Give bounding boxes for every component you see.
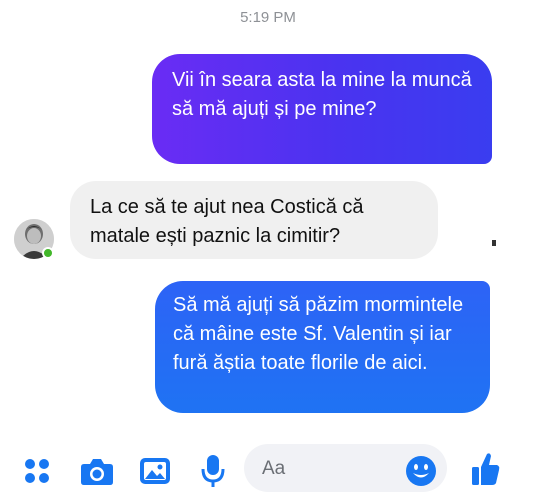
message-text: Să mă ajuți să păzim mormintele că mâine…	[173, 294, 464, 374]
message-input[interactable]	[260, 452, 404, 486]
incoming-message-bubble[interactable]: La ce să te ajut nea Costică că matale e…	[70, 181, 438, 259]
avatar[interactable]	[14, 219, 54, 259]
outgoing-message-bubble[interactable]: Să mă ajuți să păzim mormintele că mâine…	[155, 281, 490, 413]
scroll-marker	[492, 240, 496, 246]
thumbs-up-icon[interactable]	[470, 450, 502, 488]
emoji-icon[interactable]	[404, 454, 438, 488]
message-text: La ce să te ajut nea Costică că matale e…	[90, 196, 364, 247]
message-text: Vii în seara asta la mine la muncă să mă…	[172, 69, 472, 120]
menu-dots-icon[interactable]	[22, 456, 52, 486]
camera-icon[interactable]	[80, 455, 114, 487]
microphone-icon[interactable]	[198, 453, 228, 489]
message-timestamp: 5:19 PM	[240, 9, 296, 26]
online-status-indicator	[42, 247, 54, 259]
image-icon[interactable]	[139, 456, 171, 486]
outgoing-message-bubble[interactable]: Vii în seara asta la mine la muncă să mă…	[152, 54, 492, 164]
